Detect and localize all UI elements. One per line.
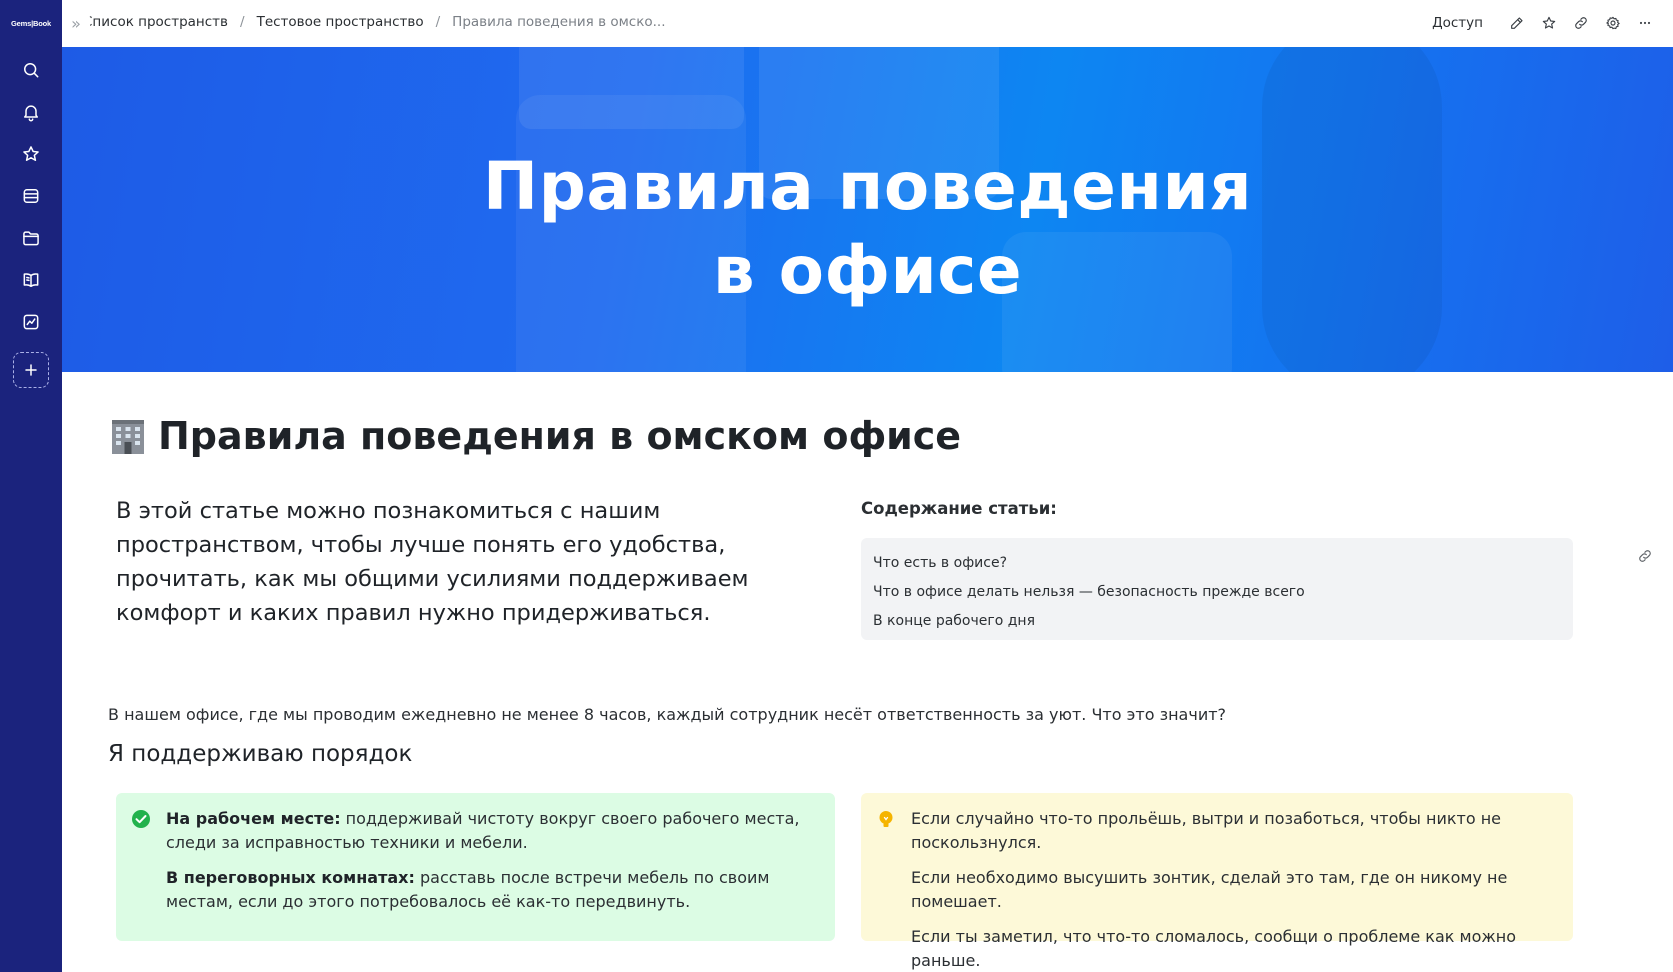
banner-title-line: в офисе xyxy=(712,232,1023,310)
breadcrumb-test-space[interactable]: Тестовое пространство xyxy=(257,14,424,30)
body-paragraph: В нашем офисе, где мы проводим ежедневно… xyxy=(108,705,1227,724)
breadcrumb-spaces-list[interactable]: Список пространств xyxy=(83,14,228,30)
page-title: Правила поведения в омском офисе xyxy=(108,414,961,458)
anchor-link-button[interactable] xyxy=(1637,548,1657,568)
search-icon xyxy=(24,63,39,78)
app-logo[interactable]: Gems|Book xyxy=(0,0,62,46)
callout-label: В переговорных комнатах: xyxy=(166,868,415,887)
chart-icon xyxy=(23,314,39,330)
callout-text: Если случайно что-то прольёшь, вытри и п… xyxy=(911,809,1502,852)
sidebar-collapse-toggle[interactable]: » xyxy=(62,4,90,42)
tip-callout: Если случайно что-то прольёшь, вытри и п… xyxy=(861,793,1573,970)
edit-button[interactable] xyxy=(1501,10,1533,36)
toc-item[interactable]: Что есть в офисе? xyxy=(873,549,1561,578)
more-icon xyxy=(1639,21,1651,25)
callout-text: Если необходимо высушить зонтик, сделай … xyxy=(911,868,1508,911)
favorites-button[interactable] xyxy=(13,136,49,172)
star-icon xyxy=(23,146,39,161)
article-content: Правила поведения в омском офисе В этой … xyxy=(62,372,1673,972)
search-button[interactable] xyxy=(13,52,49,88)
callout-paragraph: На рабочем месте: поддерживай чистоту во… xyxy=(166,807,819,855)
breadcrumb-separator: / xyxy=(240,14,245,30)
section-heading: Я поддерживаю порядок xyxy=(108,741,413,767)
top-bar: Список пространств / Тестовое пространст… xyxy=(62,0,1673,46)
book-icon xyxy=(23,273,39,287)
plus-icon xyxy=(25,364,37,376)
star-icon xyxy=(1542,16,1556,29)
pencil-icon xyxy=(1511,17,1523,29)
access-button[interactable]: Доступ xyxy=(1432,15,1483,31)
inbox-icon xyxy=(23,189,39,203)
folder-icon xyxy=(23,231,39,246)
notifications-button[interactable] xyxy=(13,94,49,130)
check-circle-icon xyxy=(131,809,151,829)
toc-item[interactable]: В конце рабочего дня xyxy=(873,607,1561,636)
settings-button[interactable] xyxy=(1597,10,1629,36)
more-button[interactable] xyxy=(1629,10,1661,36)
gear-icon xyxy=(1606,16,1620,30)
analytics-button[interactable] xyxy=(13,304,49,340)
page-title-text: Правила поведения в омском офисе xyxy=(158,414,962,458)
link-icon xyxy=(1575,17,1587,29)
inbox-button[interactable] xyxy=(13,178,49,214)
link-icon xyxy=(1639,550,1651,562)
intro-text: В этой статье можно познакомиться с наши… xyxy=(116,498,749,626)
banner-title: Правила поведения в офисе xyxy=(62,145,1673,314)
toc-item[interactable]: Что в офисе делать нельзя — безопасность… xyxy=(873,578,1561,607)
breadcrumb-separator: / xyxy=(435,14,441,30)
callout-paragraph: В переговорных комнатах: расставь после … xyxy=(166,866,819,914)
cover-banner: Правила поведения в офисе xyxy=(62,47,1673,372)
table-of-contents: Что есть в офисе? Что в офисе делать нел… xyxy=(861,538,1573,640)
bell-icon xyxy=(24,105,38,122)
callout-text: Если ты заметил, что что-то сломалось, с… xyxy=(911,927,1517,970)
page-actions: Доступ xyxy=(1432,10,1661,36)
success-callout: На рабочем месте: поддерживай чистоту во… xyxy=(116,793,835,941)
favorite-button[interactable] xyxy=(1533,10,1565,36)
lightbulb-icon xyxy=(876,809,896,829)
sidebar: Gems|Book xyxy=(0,0,62,972)
office-building-icon xyxy=(108,416,148,456)
copy-link-button[interactable] xyxy=(1565,10,1597,36)
toc-title: Содержание статьи: xyxy=(861,499,1057,518)
callout-label: На рабочем месте: xyxy=(166,809,341,828)
knowledge-base-button[interactable] xyxy=(13,262,49,298)
breadcrumb: Список пространств / Тестовое пространст… xyxy=(83,14,666,30)
documents-button[interactable] xyxy=(13,220,49,256)
breadcrumb-current-page: Правила поведения в омско... xyxy=(452,14,666,30)
add-button[interactable] xyxy=(13,352,49,388)
banner-title-line: Правила поведения xyxy=(482,148,1253,225)
